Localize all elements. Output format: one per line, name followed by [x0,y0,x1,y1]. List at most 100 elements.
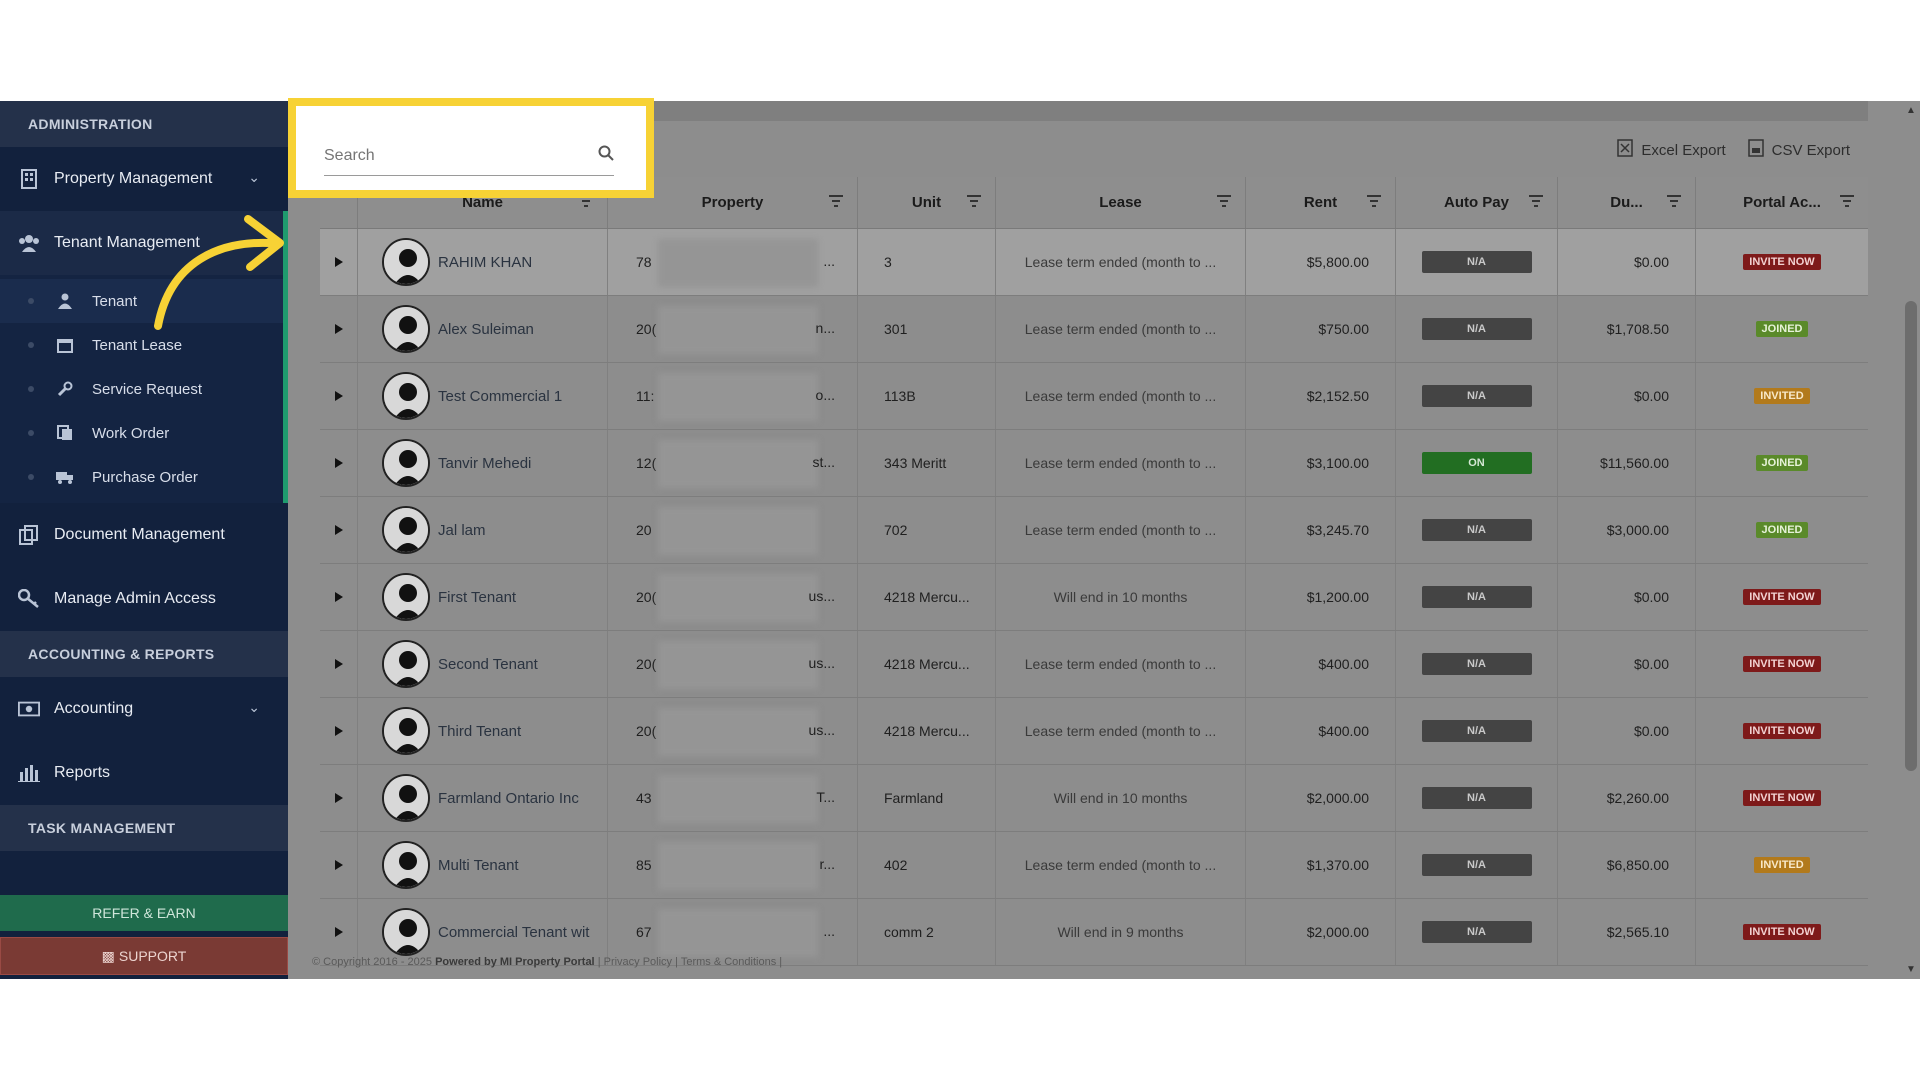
tenant-name[interactable]: Third Tenant [438,723,521,740]
chevron-down-icon: ⌄ [248,169,260,185]
refer-earn-button[interactable]: REFER & EARN [0,895,288,931]
table-row[interactable]: Second Tenant 20( us... 4218 Mercu... Le… [320,631,1868,698]
tenant-name[interactable]: Multi Tenant [438,857,519,874]
filter-icon[interactable] [829,195,843,207]
nav-reports[interactable]: Reports [0,741,288,805]
portal-status-badge[interactable]: INVITE NOW [1743,254,1821,270]
tenant-name-cell[interactable]: Second Tenant [358,631,608,697]
search-field[interactable] [324,136,614,176]
table-row[interactable]: Farmland Ontario Inc 43 T... Farmland Wi… [320,765,1868,832]
portal-status-badge[interactable]: INVITE NOW [1743,790,1821,806]
table-row[interactable]: First Tenant 20( us... 4218 Mercu... Wil… [320,564,1868,631]
expand-row-icon[interactable] [320,765,358,831]
sub-work-order[interactable]: Work Order [0,411,283,455]
header-unit[interactable]: Unit [858,177,996,228]
unit-cell: 4218 Mercu... [858,631,996,697]
table-row[interactable]: Jal lam 20 702 Lease term ended (month t… [320,497,1868,564]
header-due[interactable]: Du... [1558,177,1696,228]
csv-export-button[interactable]: CSV Export [1747,139,1850,161]
support-button[interactable]: ▩ SUPPORT [0,937,288,975]
tenant-name-cell[interactable]: RAHIM KHAN [358,229,608,295]
lease-cell: Will end in 9 months [996,899,1246,965]
filter-icon[interactable] [1840,195,1854,207]
tenant-name-cell[interactable]: First Tenant [358,564,608,630]
auto-pay-status: N/A [1421,720,1532,742]
redacted-address [658,842,818,890]
nav-document-management[interactable]: Document Management [0,503,288,567]
table-row[interactable]: Alex Suleiman 20( n... 301 Lease term en… [320,296,1868,363]
scroll-down-icon[interactable]: ▼ [1906,964,1916,975]
scrollbar-thumb[interactable] [1905,301,1917,771]
tenant-name[interactable]: RAHIM KHAN [438,254,532,271]
footer-links[interactable]: | Privacy Policy | Terms & Conditions | [598,956,782,968]
expand-row-icon[interactable] [320,229,358,295]
tenant-name-cell[interactable]: Farmland Ontario Inc [358,765,608,831]
header-label: Rent [1303,194,1338,211]
portal-status-badge[interactable]: INVITE NOW [1743,924,1821,940]
sub-tenant[interactable]: Tenant [0,279,283,323]
table-row[interactable]: RAHIM KHAN 78 ... 3 Lease term ended (mo… [320,229,1868,296]
portal-status-badge: JOINED [1755,321,1809,337]
tenant-name[interactable]: Second Tenant [438,656,538,673]
tenant-name[interactable]: Jal lam [438,522,486,539]
tenant-name-cell[interactable]: Jal lam [358,497,608,563]
tenant-name-cell[interactable]: Test Commercial 1 [358,363,608,429]
filter-icon[interactable] [1217,195,1231,207]
header-label: Unit [911,194,942,211]
search-input[interactable] [324,146,564,165]
tenant-name[interactable]: Commercial Tenant wit [438,924,589,941]
due-cell: $0.00 [1558,229,1696,295]
header-label: Auto Pay [1443,194,1509,211]
expand-row-icon[interactable] [320,497,358,563]
sub-tenant-lease[interactable]: Tenant Lease [0,323,283,367]
table-row[interactable]: Third Tenant 20( us... 4218 Mercu... Lea… [320,698,1868,765]
property-suffix: ... [823,923,835,939]
tenant-name[interactable]: Tanvir Mehedi [438,455,531,472]
table-row[interactable]: Test Commercial 1 11: o... 113B Lease te… [320,363,1868,430]
filter-icon[interactable] [1529,195,1543,207]
tenant-name-cell[interactable]: Tanvir Mehedi [358,430,608,496]
portal-status-badge: JOINED [1755,522,1809,538]
expand-row-icon[interactable] [320,296,358,362]
tenant-name-cell[interactable]: Alex Suleiman [358,296,608,362]
header-lease[interactable]: Lease [996,177,1246,228]
search-icon[interactable] [598,145,614,166]
nav-manage-admin-access[interactable]: Manage Admin Access [0,567,288,631]
table-row[interactable]: Tanvir Mehedi 12( st... 343 Meritt Lease… [320,430,1868,497]
header-portal-access[interactable]: Portal Ac... [1696,177,1868,228]
expand-row-icon[interactable] [320,832,358,898]
excel-export-button[interactable]: Excel Export [1617,139,1726,161]
wrench-icon [56,380,74,398]
vertical-scrollbar[interactable]: ▲ ▼ [1902,101,1920,979]
nav-property-management[interactable]: Property Management ⌄ [0,147,288,211]
redacted-address [658,775,818,823]
expand-row-icon[interactable] [320,430,358,496]
portal-status-badge[interactable]: INVITE NOW [1743,723,1821,739]
filter-icon[interactable] [967,195,981,207]
nav-accounting[interactable]: Accounting ⌄ [0,677,288,741]
filter-icon[interactable] [1367,195,1381,207]
tenant-name[interactable]: Alex Suleiman [438,321,534,338]
tenant-name[interactable]: First Tenant [438,589,516,606]
portal-status-badge[interactable]: INVITE NOW [1743,589,1821,605]
scroll-up-icon[interactable]: ▲ [1906,105,1916,116]
nav-tenant-management[interactable]: Tenant Management ⌄ [0,211,288,275]
powered-by-link[interactable]: Powered by MI Property Portal [435,956,595,968]
header-auto-pay[interactable]: Auto Pay [1396,177,1558,228]
lease-cell: Lease term ended (month to ... [996,497,1246,563]
header-rent[interactable]: Rent [1246,177,1396,228]
expand-row-icon[interactable] [320,363,358,429]
sub-purchase-order[interactable]: Purchase Order [0,455,283,499]
table-row[interactable]: Multi Tenant 85 r... 402 Lease term ende… [320,832,1868,899]
expand-row-icon[interactable] [320,564,358,630]
auto-pay-cell: N/A [1396,698,1558,764]
expand-row-icon[interactable] [320,631,358,697]
tenant-name[interactable]: Test Commercial 1 [438,388,562,405]
sub-service-request[interactable]: Service Request [0,367,283,411]
expand-row-icon[interactable] [320,698,358,764]
tenant-name-cell[interactable]: Multi Tenant [358,832,608,898]
tenant-name-cell[interactable]: Third Tenant [358,698,608,764]
filter-icon[interactable] [1667,195,1681,207]
tenant-name[interactable]: Farmland Ontario Inc [438,790,579,807]
portal-status-badge[interactable]: INVITE NOW [1743,656,1821,672]
